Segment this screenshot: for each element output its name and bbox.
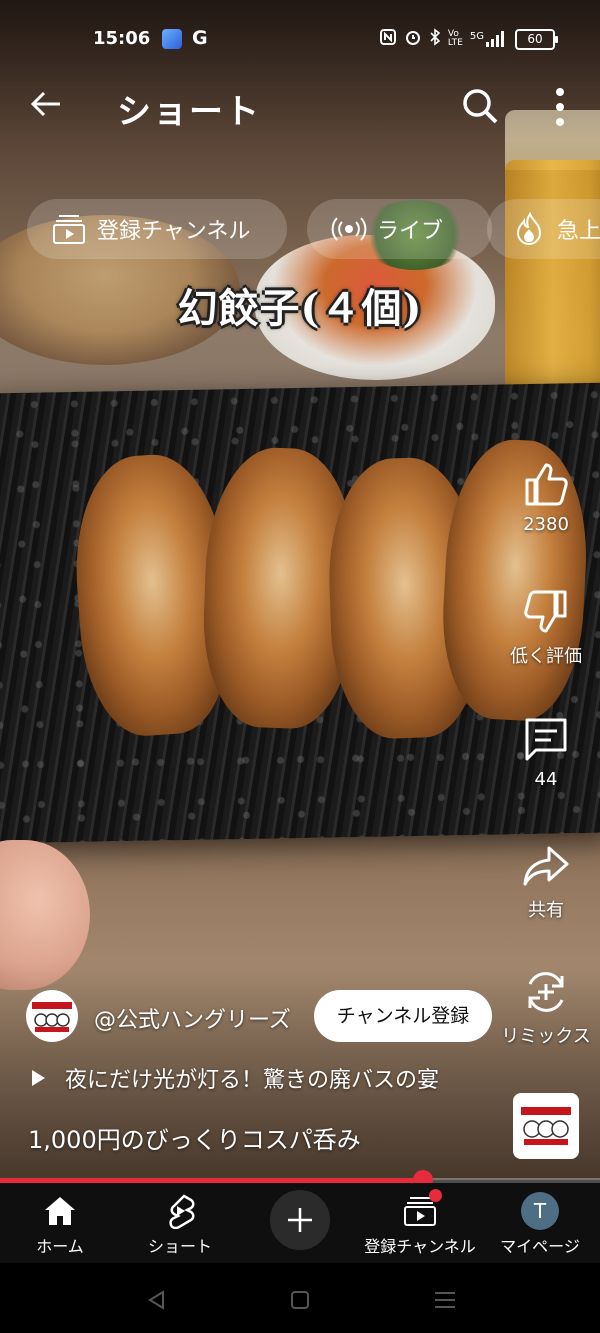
comment-count: 44 xyxy=(534,769,558,790)
search-button[interactable] xyxy=(460,86,500,126)
playlist-link[interactable]: 夜にだけ光が灯る！驚きの廃バスの宴 xyxy=(32,1062,439,1094)
trending-icon xyxy=(511,211,547,247)
app-header: ショート xyxy=(0,80,600,136)
subscriptions-icon xyxy=(51,211,87,247)
back-button[interactable] xyxy=(28,86,68,126)
share-button[interactable]: 共有 xyxy=(496,842,596,922)
bluetooth-icon xyxy=(429,28,441,50)
nav-home[interactable]: ホーム xyxy=(0,1183,120,1263)
thumbs-down-icon xyxy=(522,588,570,636)
video-title[interactable]: 1,000円のびっくりコスパ呑み xyxy=(28,1120,361,1155)
playlist-title: 夜にだけ光が灯る！驚きの廃バスの宴 xyxy=(65,1068,440,1093)
comment-icon xyxy=(522,715,570,763)
filter-chips: 登録チャンネル ライブ 急上 xyxy=(27,199,600,259)
status-icons: Vo LTE 5G 60 xyxy=(379,28,558,50)
thumbs-up-icon xyxy=(522,460,570,508)
comment-button[interactable]: 44 xyxy=(496,715,596,790)
user-avatar: T xyxy=(521,1192,559,1230)
channel-logo-icon xyxy=(32,1002,72,1032)
channel-logo-icon xyxy=(521,1107,571,1145)
nav-label: マイページ xyxy=(500,1237,580,1256)
square-home-icon xyxy=(291,1291,309,1309)
more-options-button[interactable] xyxy=(546,86,574,128)
nav-create[interactable] xyxy=(240,1183,360,1263)
remix-label: リミックス xyxy=(501,1026,591,1047)
chip-label: 急上 xyxy=(557,219,600,244)
nav-shorts[interactable]: ショート xyxy=(120,1183,240,1263)
more-vert-icon xyxy=(556,88,564,126)
share-icon xyxy=(522,842,570,890)
triangle-back-icon xyxy=(148,1290,164,1310)
page-title: ショート xyxy=(117,92,261,132)
alarm-icon xyxy=(404,28,422,50)
home-icon xyxy=(40,1191,80,1231)
chip-label: 登録チャンネル xyxy=(97,219,251,244)
play-icon xyxy=(32,1070,45,1086)
subscribe-button[interactable]: チャンネル登録 xyxy=(314,990,492,1042)
plus-icon xyxy=(288,1208,312,1232)
beer-glass xyxy=(505,160,600,390)
new-content-dot xyxy=(429,1189,442,1202)
dislike-label: 低く評価 xyxy=(510,646,582,667)
like-count: 2380 xyxy=(523,514,569,535)
chip-label: ライブ xyxy=(377,219,444,244)
sound-thumbnail[interactable] xyxy=(513,1093,579,1159)
video-caption: 幻餃子(４個) xyxy=(177,285,423,332)
notification-app-icon xyxy=(162,29,182,49)
system-home-button[interactable] xyxy=(285,1285,315,1315)
system-nav-bar xyxy=(0,1263,600,1333)
google-icon: G xyxy=(192,27,208,49)
search-icon xyxy=(463,89,498,124)
user-avatar-icon: T xyxy=(520,1191,560,1231)
like-button[interactable]: 2380 xyxy=(496,460,596,535)
menu-lines-icon xyxy=(435,1292,455,1308)
battery-indicator: 60 xyxy=(515,28,558,50)
shorts-screen: 幻餃子(４個) 15:06 G Vo LTE 5G 60 ショート 登録チャンネ… xyxy=(0,0,600,1333)
remix-button[interactable]: リミックス xyxy=(496,968,596,1048)
live-icon xyxy=(331,211,367,247)
system-back-button[interactable] xyxy=(142,1285,172,1315)
nav-subscriptions[interactable]: 登録チャンネル xyxy=(360,1183,480,1263)
bottom-nav: ホーム ショート 登録チャンネル T マイページ xyxy=(0,1183,600,1263)
chip-subscriptions[interactable]: 登録チャンネル xyxy=(27,199,287,259)
subscriptions-icon xyxy=(400,1189,442,1231)
nav-label: ショート xyxy=(147,1237,212,1256)
arrow-left-icon xyxy=(30,91,60,117)
share-label: 共有 xyxy=(528,900,564,921)
volte-icon: Vo LTE xyxy=(447,29,463,48)
nav-you[interactable]: T マイページ xyxy=(480,1183,600,1263)
create-button xyxy=(270,1190,330,1250)
nav-label: ホーム xyxy=(36,1237,84,1256)
status-bar: 15:06 G Vo LTE 5G 60 xyxy=(0,26,600,56)
shorts-icon xyxy=(160,1191,200,1231)
chip-trending[interactable]: 急上 xyxy=(487,199,600,259)
status-time: 15:06 xyxy=(93,28,151,49)
network-type: 5G xyxy=(469,31,484,42)
system-recents-button[interactable] xyxy=(430,1285,460,1315)
channel-handle[interactable]: @公式ハングリーズ xyxy=(94,1002,291,1034)
remix-icon xyxy=(522,968,570,1016)
channel-row: @公式ハングリーズ チャンネル登録 xyxy=(26,990,496,1044)
chip-live[interactable]: ライブ xyxy=(307,199,492,259)
signal-icon: 5G xyxy=(470,31,508,47)
nav-label: 登録チャンネル xyxy=(364,1237,476,1256)
dislike-button[interactable]: 低く評価 xyxy=(496,588,596,668)
nfc-icon xyxy=(379,28,397,50)
channel-avatar[interactable] xyxy=(26,990,78,1042)
